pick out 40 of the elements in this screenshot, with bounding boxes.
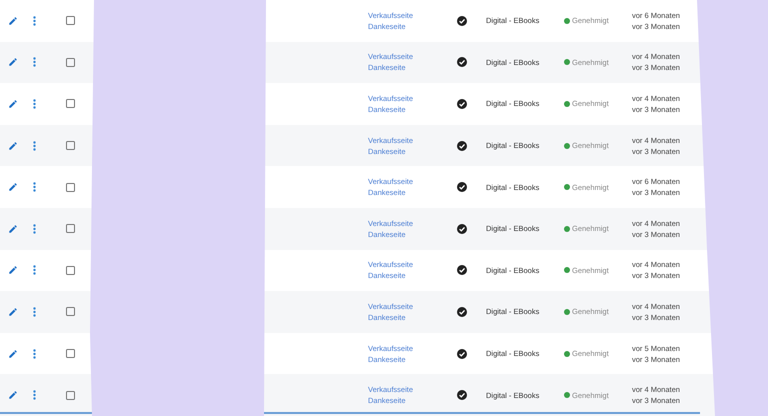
check-circle-icon <box>457 182 467 192</box>
check-circle-icon <box>457 16 467 26</box>
edit-icon[interactable] <box>8 98 18 109</box>
row-checkbox[interactable] <box>66 16 74 26</box>
edit-icon[interactable] <box>8 57 18 68</box>
row-checkbox[interactable] <box>66 182 74 192</box>
more-icon[interactable] <box>32 348 36 359</box>
more-icon[interactable] <box>32 98 36 109</box>
row-checkbox[interactable] <box>66 307 74 316</box>
edit-icon[interactable] <box>8 140 18 151</box>
edit-icon[interactable] <box>8 224 18 234</box>
edit-icon[interactable] <box>8 182 18 192</box>
check-circle-icon <box>457 140 467 151</box>
edit-icon[interactable] <box>8 16 18 26</box>
row-checkbox[interactable] <box>66 58 74 67</box>
edit-icon[interactable] <box>8 306 18 317</box>
more-icon[interactable] <box>32 140 36 151</box>
row-checkbox[interactable] <box>66 349 74 358</box>
check-circle-icon <box>457 265 467 276</box>
check-circle-icon <box>457 306 467 317</box>
check-circle-icon <box>457 57 467 68</box>
more-icon[interactable] <box>32 265 36 276</box>
row-checkbox[interactable] <box>66 99 74 108</box>
check-circle-icon <box>457 98 467 109</box>
row-checkbox[interactable] <box>66 390 74 400</box>
check-circle-icon <box>457 348 467 359</box>
more-icon[interactable] <box>32 390 36 400</box>
more-icon[interactable] <box>32 57 36 68</box>
more-icon[interactable] <box>32 182 36 192</box>
check-circle-icon <box>457 390 467 400</box>
edit-icon[interactable] <box>8 265 18 276</box>
more-icon[interactable] <box>32 224 36 234</box>
more-icon[interactable] <box>32 306 36 317</box>
check-circle-icon <box>457 224 467 234</box>
more-icon[interactable] <box>32 16 36 26</box>
edit-icon[interactable] <box>8 348 18 359</box>
row-checkbox[interactable] <box>66 266 74 275</box>
row-checkbox[interactable] <box>66 224 74 234</box>
row-checkbox[interactable] <box>66 141 74 150</box>
edit-icon[interactable] <box>8 390 18 400</box>
